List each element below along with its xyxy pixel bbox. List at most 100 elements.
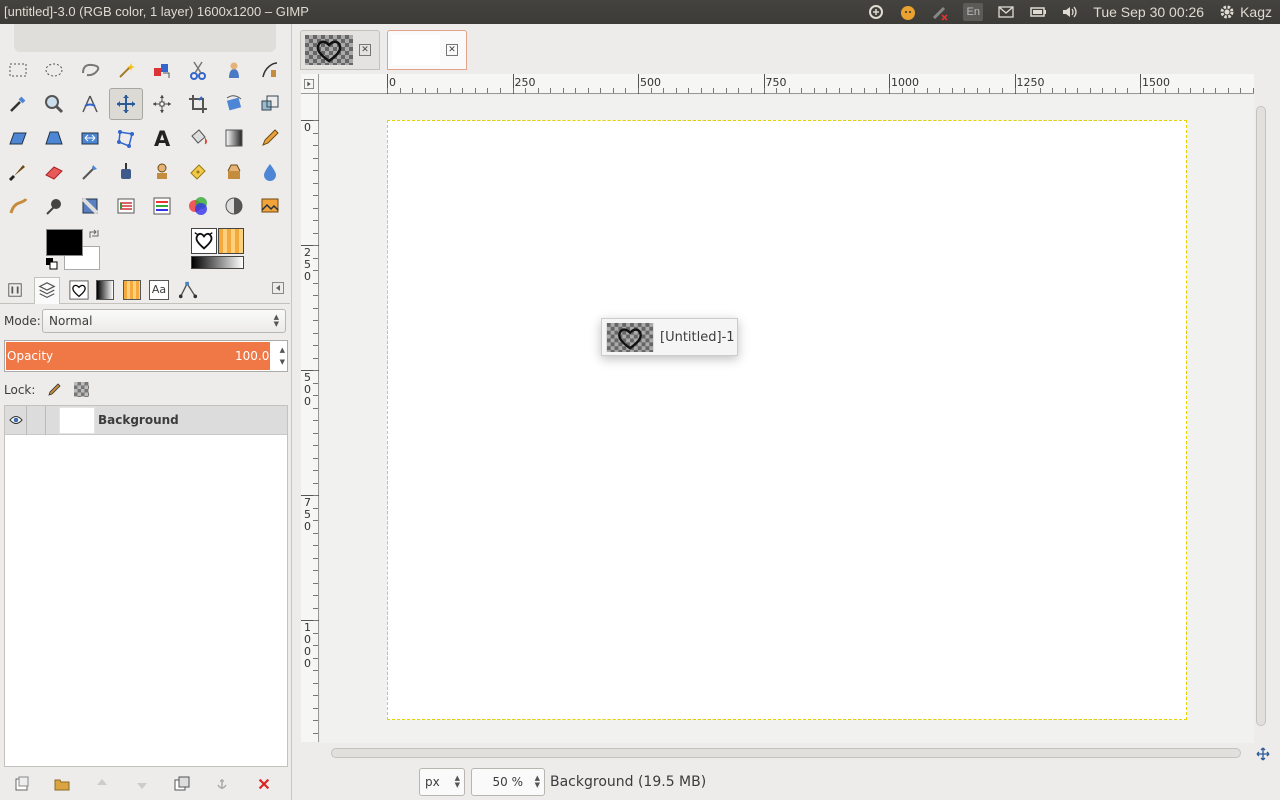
lock-pixels-brush-icon[interactable] <box>46 381 62 397</box>
paintbrush-tool-button[interactable] <box>1 156 35 188</box>
ellipse-select-tool-button[interactable] <box>37 54 71 86</box>
reset-colors-icon[interactable] <box>46 258 58 270</box>
close-tab-icon[interactable]: ✕ <box>446 44 458 56</box>
navigate-icon[interactable] <box>1256 747 1270 761</box>
opacity-slider[interactable]: Opacity 100.0 ▲ ▼ <box>4 340 288 372</box>
image-preview-tool-button[interactable] <box>253 190 287 222</box>
vertical-scroll-thumb[interactable] <box>1256 106 1266 726</box>
image-tab-active[interactable]: ✕ <box>387 30 467 70</box>
network-indicator-icon[interactable] <box>867 3 885 21</box>
new-layer-group-button[interactable] <box>52 774 72 794</box>
zoom-selector[interactable]: 50 % ▲ ▼ <box>471 768 545 796</box>
foreground-color-front[interactable] <box>46 229 83 256</box>
unit-selector[interactable]: px ▲ ▼ <box>419 768 465 796</box>
ruler-minor-tick <box>313 332 318 334</box>
curves-tool-button[interactable] <box>217 190 251 222</box>
smudge-tool-button[interactable] <box>1 190 35 222</box>
volume-icon[interactable] <box>1061 3 1079 21</box>
new-layer-button[interactable] <box>12 774 32 794</box>
layers-icon <box>38 282 56 299</box>
clone-tool-button[interactable] <box>145 156 179 188</box>
tab-paths[interactable] <box>175 277 201 303</box>
delete-layer-button[interactable] <box>254 774 274 794</box>
color-balance-tool-button[interactable] <box>181 190 215 222</box>
shear-tool-button[interactable] <box>1 122 35 154</box>
layer-row[interactable]: Background <box>5 406 287 435</box>
battery-icon[interactable] <box>1029 3 1047 21</box>
free-select-tool-button[interactable] <box>73 54 107 86</box>
blur-tool-button[interactable] <box>253 156 287 188</box>
desaturate-tool-button[interactable] <box>73 190 107 222</box>
flip-tool-button[interactable] <box>73 122 107 154</box>
tab-fonts[interactable]: Aa <box>146 277 172 303</box>
scissors-select-tool-button[interactable] <box>181 54 215 86</box>
messenger-icon[interactable] <box>899 3 917 21</box>
scale-tool-button[interactable] <box>253 88 287 120</box>
gradient-preview[interactable] <box>191 256 244 269</box>
wilber-drop-zone[interactable] <box>14 24 276 52</box>
zoom-tool-button[interactable] <box>37 88 71 120</box>
image-tab[interactable]: ✕ <box>300 30 380 70</box>
horizontal-ruler[interactable]: 0 250 500 750 1000 1250 1500 <box>319 74 1254 94</box>
lower-layer-button[interactable] <box>132 774 152 794</box>
ruler-minor-tick <box>313 495 318 496</box>
gear-icon[interactable] <box>1218 3 1236 21</box>
text-tool-button[interactable]: A <box>145 122 179 154</box>
mail-icon[interactable] <box>997 3 1015 21</box>
opacity-spin-icon[interactable]: ▲ ▼ <box>280 344 285 368</box>
paths-tool-button[interactable] <box>253 54 287 86</box>
anchor-layer-button[interactable] <box>212 774 232 794</box>
hue-saturation-tool-button[interactable] <box>145 190 179 222</box>
swap-colors-icon[interactable] <box>88 228 100 240</box>
tab-brushes[interactable] <box>66 277 92 303</box>
perspective-clone-tool-button[interactable] <box>217 156 251 188</box>
eye-icon[interactable] <box>9 414 23 426</box>
duplicate-layer-button[interactable] <box>172 774 192 794</box>
measure-tool-button[interactable] <box>73 88 107 120</box>
bucket-fill-tool-button[interactable] <box>181 122 215 154</box>
rect-select-tool-button[interactable] <box>1 54 35 86</box>
airbrush-tool-button[interactable] <box>73 156 107 188</box>
vertical-scrollbar[interactable] <box>1254 94 1268 742</box>
layers-list[interactable]: Background <box>4 405 288 767</box>
close-tab-icon[interactable]: ✕ <box>359 44 371 56</box>
dock-menu-icon[interactable] <box>272 282 284 294</box>
horizontal-scroll-thumb[interactable] <box>331 748 1241 758</box>
tools-indicator-icon[interactable] <box>931 3 949 21</box>
color-levels-tool-button[interactable] <box>109 190 143 222</box>
tab-patterns[interactable] <box>119 277 145 303</box>
canvas-area[interactable] <box>320 95 1254 743</box>
dodge-burn-tool-button[interactable] <box>37 190 71 222</box>
keyboard-layout-indicator[interactable]: En <box>963 3 984 21</box>
user-name[interactable]: Kagz <box>1240 4 1272 20</box>
rotate-tool-button[interactable] <box>217 88 251 120</box>
tab-layers[interactable] <box>34 277 60 304</box>
perspective-tool-button[interactable] <box>37 122 71 154</box>
pattern-preview[interactable] <box>218 228 244 254</box>
blend-tool-button[interactable] <box>217 122 251 154</box>
align-tool-button[interactable] <box>145 88 179 120</box>
select-by-color-tool-button[interactable] <box>145 54 179 86</box>
crop-tool-button[interactable] <box>181 88 215 120</box>
color-picker-tool-button[interactable] <box>1 88 35 120</box>
clock[interactable]: Tue Sep 30 00:26 <box>1093 4 1204 20</box>
quick-mask-corner[interactable] <box>301 74 319 94</box>
tab-tool-options[interactable] <box>2 277 28 303</box>
pencil-tool-button[interactable] <box>253 122 287 154</box>
image-canvas[interactable] <box>387 120 1187 720</box>
foreground-select-tool-button[interactable] <box>217 54 251 86</box>
eraser-tool-button[interactable] <box>37 156 71 188</box>
fuzzy-select-tool-button[interactable] <box>109 54 143 86</box>
lock-alpha-checker-icon[interactable] <box>74 382 89 397</box>
heal-tool-button[interactable] <box>181 156 215 188</box>
raise-layer-button[interactable] <box>92 774 112 794</box>
brush-preview[interactable] <box>191 228 217 254</box>
mode-combo[interactable]: Normal ▲ ▼ <box>42 309 286 333</box>
horizontal-scrollbar[interactable] <box>319 746 1254 760</box>
cage-transform-tool-button[interactable] <box>109 122 143 154</box>
vertical-ruler[interactable]: 0 250 500 750 1000 <box>301 94 319 742</box>
ink-tool-button[interactable] <box>109 156 143 188</box>
move-tool-button[interactable] <box>109 88 143 120</box>
layer-name[interactable]: Background <box>98 413 179 427</box>
tab-gradients[interactable] <box>92 277 118 303</box>
